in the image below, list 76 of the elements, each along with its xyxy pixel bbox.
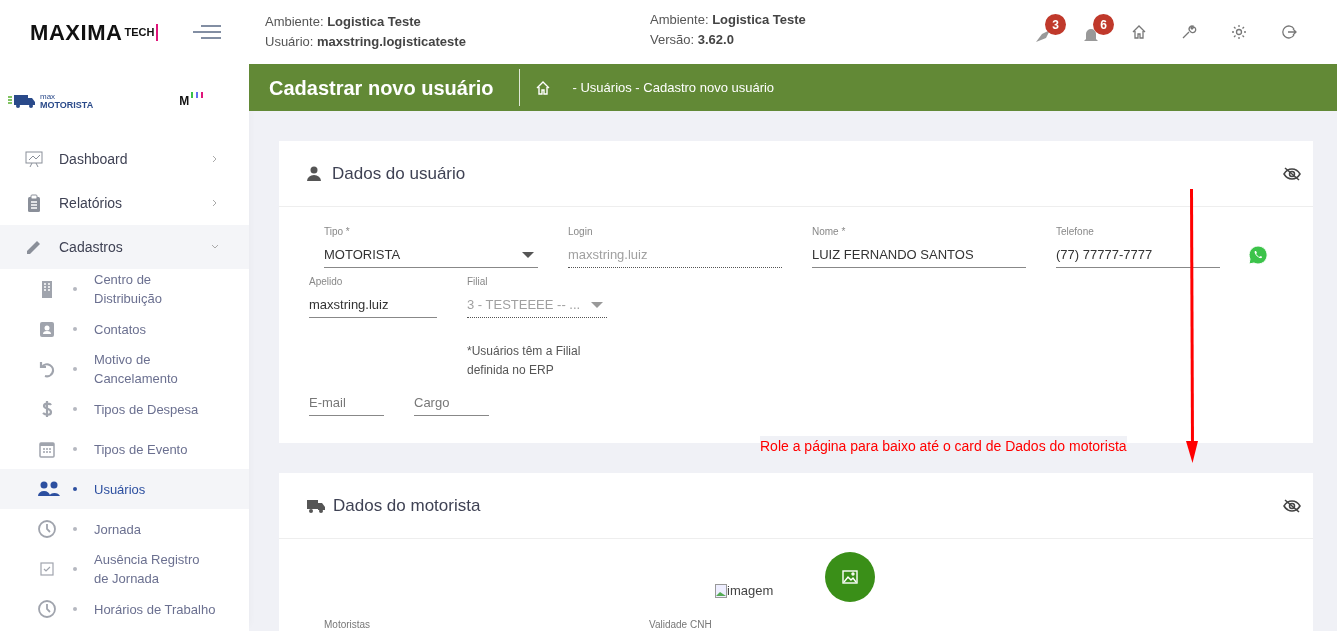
sidebar-subitem[interactable]: Tipos de Despesa: [0, 389, 249, 429]
caret-icon: [591, 300, 603, 309]
calendar-icon: [37, 439, 57, 459]
caret-icon: [522, 250, 534, 259]
sidebar-subitem[interactable]: Contatos: [0, 309, 249, 349]
chevron-right-icon: [211, 155, 219, 163]
card-title: Dados do motorista: [333, 494, 482, 517]
input-field[interactable]: (77) 77777-7777: [1056, 242, 1220, 268]
sidebar-item[interactable]: Cadastros: [0, 225, 249, 269]
header-info: Usuário: maxstring.logisticateste: [265, 33, 467, 51]
clock-icon: [37, 599, 57, 619]
sidebar-item[interactable]: Relatórios: [0, 181, 249, 225]
field-label: Telefone: [1056, 225, 1095, 239]
sidebar-subitem-label: Jornada: [94, 520, 142, 539]
sidebar-subitem-label: Usuários: [94, 480, 147, 499]
truck-icon: [307, 498, 325, 513]
broken-image-icon: [715, 583, 727, 598]
sidebar-subitem-label: Centro de Distribuição: [94, 271, 163, 308]
menu-icon[interactable]: [193, 24, 221, 40]
select-field[interactable]: MOTORISTA: [324, 242, 538, 268]
sidebar-subitem[interactable]: Motivo de Cancelamento: [0, 349, 249, 389]
sidebar-subitem-label: Tipos de Despesa: [94, 400, 200, 419]
field-label: Validade CNH: [649, 618, 712, 631]
bell-icon[interactable]: [1083, 26, 1099, 44]
mini-logo: M: [179, 91, 204, 110]
chevron-down-icon: [211, 243, 219, 251]
hidden-eye-icon[interactable]: [1283, 166, 1301, 181]
settings-icon[interactable]: [1231, 24, 1247, 40]
sidebar-subitem-label: Horários de Trabalho: [94, 600, 216, 619]
user-icon: [307, 166, 321, 181]
sidebar-subitem-label: Ausência Registro de Jornada: [94, 551, 201, 588]
sidebar-subitem-label: Contatos: [94, 320, 148, 339]
field-label: Filial: [467, 275, 489, 289]
sidebar-subitem[interactable]: Tipos de Evento: [0, 429, 249, 469]
chevron-right-icon: [211, 199, 219, 207]
broken-image: imagem: [715, 581, 774, 601]
chart-icon: [24, 149, 44, 169]
sidebar-subitem[interactable]: Horários de Trabalho: [0, 589, 249, 629]
logout-icon[interactable]: [1281, 24, 1297, 40]
checkbox-icon: [37, 559, 57, 579]
field-note: *Usuários têm a Filial definida no ERP: [467, 343, 582, 379]
sidebar-subitem[interactable]: Jornada: [0, 509, 249, 549]
users-icon: [37, 479, 61, 499]
sidebar-subitem-label: Tipos de Evento: [94, 440, 189, 459]
notification-badge: 6: [1093, 14, 1114, 35]
hidden-eye-icon[interactable]: [1283, 498, 1301, 513]
page-title: Cadastrar novo usuário: [249, 69, 520, 106]
sidebar-subitem[interactable]: Centro de Distribuição: [0, 269, 249, 309]
field-label: Nome *: [812, 225, 847, 239]
breadcrumb: - Usuários - Cadastro novo usuário: [572, 78, 775, 97]
clock-icon: [37, 519, 57, 539]
field-label: Tipo *: [324, 225, 351, 239]
sidebar-subitem[interactable]: Ausência Registro de Jornada: [0, 549, 249, 589]
undo-icon: [37, 359, 57, 379]
header-info: Ambiente: Logistica Teste: [650, 11, 806, 29]
image-upload-button[interactable]: [825, 552, 875, 602]
image-icon: [842, 570, 858, 584]
card-title: Dados do usuário: [332, 162, 467, 185]
whatsapp-icon[interactable]: [1248, 245, 1268, 265]
header-info: Ambiente: Logistica Teste: [265, 13, 422, 31]
input-field[interactable]: maxstring.luiz: [309, 292, 437, 318]
home-icon[interactable]: [1131, 24, 1147, 40]
input-field[interactable]: Cargo: [414, 390, 489, 416]
brand-logo: max MOTORISTA: [8, 92, 94, 109]
sidebar-subitem-label: Motivo de Cancelamento: [94, 351, 179, 388]
sidebar-subitem[interactable]: Usuários: [0, 469, 249, 509]
annotation-text: Role a página para baixo até o card de Dados do motorista: [760, 436, 1127, 457]
field-label: Apelido: [309, 275, 344, 289]
sidebar-item[interactable]: Dashboard: [0, 137, 249, 181]
field-label: Login: [568, 225, 594, 239]
input-field[interactable]: LUIZ FERNANDO SANTOS: [812, 242, 1026, 268]
input-field[interactable]: E-mail: [309, 390, 384, 416]
field-label: Motoristas: [324, 618, 371, 631]
notification-badge: 3: [1045, 14, 1066, 35]
contact-icon: [37, 319, 57, 339]
header-info: Versão: 3.62.0: [650, 31, 735, 49]
